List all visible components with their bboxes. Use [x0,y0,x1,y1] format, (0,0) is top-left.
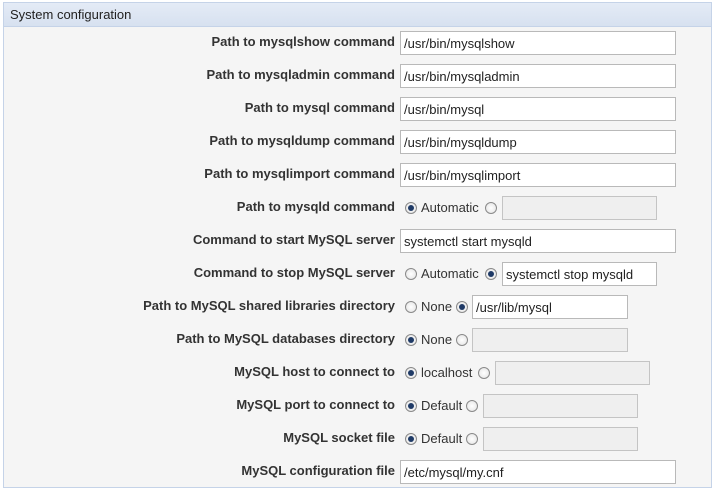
start-command-label: Command to start MySQL server [192,232,395,247]
mysqld-automatic-label: Automatic [421,200,479,215]
stop-automatic-label: Automatic [421,266,479,281]
mysqldump-label: Path to mysqldump command [209,133,395,148]
row-start-command: Command to start MySQL server [4,229,711,253]
socket-label: MySQL socket file [283,430,395,445]
databases-directory-custom-radio[interactable] [456,334,468,346]
row-port: MySQL port to connect to Default [4,394,711,418]
shared-libraries-custom-radio[interactable] [456,301,468,313]
databases-directory-input[interactable] [472,328,628,352]
row-stop-command: Command to stop MySQL server Automatic [4,262,711,286]
mysqldump-path-input[interactable] [400,130,676,154]
stop-command-input[interactable] [502,262,657,286]
stop-automatic-radio[interactable] [405,268,417,280]
databases-directory-none-label: None [421,332,453,347]
mysqld-automatic-radio[interactable] [405,202,417,214]
stop-command-label: Command to stop MySQL server [193,265,395,280]
mysqlshow-label: Path to mysqlshow command [211,34,395,49]
host-input[interactable] [495,361,650,385]
row-socket: MySQL socket file Default [4,427,711,451]
port-input[interactable] [483,394,638,418]
mysqld-custom-radio[interactable] [485,202,497,214]
section-title: System configuration [4,3,711,27]
row-host: MySQL host to connect to localhost [4,361,711,385]
mysqld-label: Path to mysqld command [236,199,395,214]
shared-libraries-none-label: None [421,299,453,314]
port-default-label: Default [421,398,463,413]
socket-input[interactable] [483,427,638,451]
shared-libraries-none-radio[interactable] [405,301,417,313]
mysqld-path-input[interactable] [502,196,657,220]
row-shared-libraries: Path to MySQL shared libraries directory… [4,295,711,319]
mysql-label: Path to mysql command [244,100,395,115]
config-file-input[interactable] [400,460,676,484]
socket-custom-radio[interactable] [466,433,478,445]
config-file-label: MySQL configuration file [241,463,395,478]
mysqlshow-path-input[interactable] [400,31,676,55]
port-label: MySQL port to connect to [236,397,395,412]
row-config-file: MySQL configuration file [4,460,711,484]
system-configuration-panel: System configuration Path to mysqlshow c… [3,2,712,488]
row-mysqlimport: Path to mysqlimport command [4,163,711,187]
mysqlimport-path-input[interactable] [400,163,676,187]
mysqlimport-label: Path to mysqlimport command [204,166,395,181]
start-command-input[interactable] [400,229,676,253]
socket-default-radio[interactable] [405,433,417,445]
host-label: MySQL host to connect to [234,364,395,379]
row-mysqldump: Path to mysqldump command [4,130,711,154]
mysqladmin-label: Path to mysqladmin command [206,67,395,82]
mysqladmin-path-input[interactable] [400,64,676,88]
row-mysql: Path to mysql command [4,97,711,121]
socket-default-label: Default [421,431,463,446]
mysql-path-input[interactable] [400,97,676,121]
port-default-radio[interactable] [405,400,417,412]
row-mysqladmin: Path to mysqladmin command [4,64,711,88]
databases-directory-none-radio[interactable] [405,334,417,346]
host-custom-radio[interactable] [478,367,490,379]
shared-libraries-label: Path to MySQL shared libraries directory [143,298,395,313]
port-custom-radio[interactable] [466,400,478,412]
stop-custom-radio[interactable] [485,268,497,280]
host-localhost-radio[interactable] [405,367,417,379]
shared-libraries-input[interactable] [472,295,628,319]
databases-directory-label: Path to MySQL databases directory [176,331,395,346]
host-localhost-label: localhost [421,365,473,380]
row-mysqld: Path to mysqld command Automatic [4,196,711,220]
row-mysqlshow: Path to mysqlshow command [4,31,711,55]
row-databases-directory: Path to MySQL databases directory None [4,328,711,352]
